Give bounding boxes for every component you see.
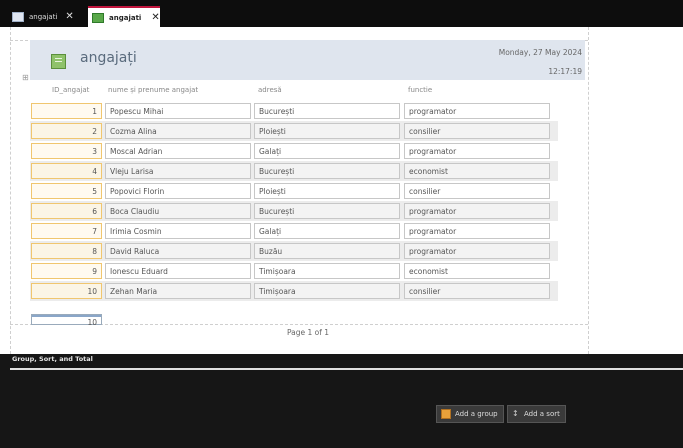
- page-guide: [10, 27, 11, 354]
- add-group-label: Add a group: [455, 410, 498, 418]
- report-logo-icon[interactable]: [51, 54, 66, 69]
- cell-functie[interactable]: consilier: [404, 283, 550, 299]
- table-row[interactable]: 8 David Raluca Buzău programator: [30, 241, 558, 261]
- cell-id[interactable]: 2: [31, 123, 102, 139]
- column-header-functie[interactable]: functie: [408, 86, 432, 94]
- column-header-id[interactable]: ID_angajat: [52, 86, 89, 94]
- close-icon[interactable]: ✕: [151, 12, 159, 23]
- cell-functie[interactable]: consilier: [404, 183, 550, 199]
- table-row[interactable]: 3 Moscal Adrian Galați programator: [30, 141, 558, 161]
- cell-id[interactable]: 7: [31, 223, 102, 239]
- cell-id[interactable]: 3: [31, 143, 102, 159]
- page-guide: [588, 27, 589, 354]
- layout-selector-icon[interactable]: ⊞: [22, 74, 30, 82]
- add-sort-button[interactable]: ↕ Add a sort: [507, 405, 566, 423]
- cell-functie[interactable]: programator: [404, 143, 550, 159]
- cell-adresa[interactable]: Timișoara: [254, 263, 400, 279]
- add-group-button[interactable]: Add a group: [436, 405, 504, 423]
- cell-id[interactable]: 1: [31, 103, 102, 119]
- cell-functie[interactable]: programator: [404, 243, 550, 259]
- table-icon: [12, 11, 24, 22]
- column-header-adresa[interactable]: adresă: [258, 86, 282, 94]
- cell-id[interactable]: 8: [31, 243, 102, 259]
- report-title[interactable]: angajați: [80, 50, 137, 66]
- cell-nume[interactable]: Cozma Alina: [105, 123, 251, 139]
- cell-nume[interactable]: Moscal Adrian: [105, 143, 251, 159]
- cell-adresa[interactable]: București: [254, 203, 400, 219]
- cell-nume[interactable]: Ionescu Eduard: [105, 263, 251, 279]
- cell-nume[interactable]: Boca Claudiu: [105, 203, 251, 219]
- tab-angajati-report[interactable]: angajati ✕: [88, 6, 160, 27]
- cell-adresa[interactable]: Galați: [254, 143, 400, 159]
- cell-nume[interactable]: Popovici Florin: [105, 183, 251, 199]
- cell-id[interactable]: 6: [31, 203, 102, 219]
- tab-label: angajati: [29, 12, 58, 21]
- cell-adresa[interactable]: București: [254, 163, 400, 179]
- cell-adresa[interactable]: Ploiești: [254, 123, 400, 139]
- sort-icon: ↕: [512, 409, 519, 418]
- group-icon: [441, 409, 451, 419]
- cell-functie[interactable]: economist: [404, 263, 550, 279]
- table-row[interactable]: 9 Ionescu Eduard Timișoara economist: [30, 261, 558, 281]
- cell-adresa[interactable]: București: [254, 103, 400, 119]
- cell-nume[interactable]: Vleju Larisa: [105, 163, 251, 179]
- table-row[interactable]: 6 Boca Claudiu București programator: [30, 201, 558, 221]
- cell-functie[interactable]: programator: [404, 103, 550, 119]
- pane-divider: [10, 368, 683, 370]
- table-row[interactable]: 4 Vleju Larisa București economist: [30, 161, 558, 181]
- cell-adresa[interactable]: Buzău: [254, 243, 400, 259]
- report-date[interactable]: Monday, 27 May 2024: [440, 48, 582, 57]
- record-count-total[interactable]: 10: [31, 314, 102, 327]
- cell-functie[interactable]: economist: [404, 163, 550, 179]
- cell-adresa[interactable]: Galați: [254, 223, 400, 239]
- cell-functie[interactable]: consilier: [404, 123, 550, 139]
- page-number[interactable]: Page 1 of 1: [260, 328, 356, 337]
- cell-adresa[interactable]: Ploiești: [254, 183, 400, 199]
- report-icon: [92, 12, 104, 23]
- add-sort-label: Add a sort: [524, 410, 560, 418]
- cell-nume[interactable]: Popescu Mihai: [105, 103, 251, 119]
- tab-angajati-table[interactable]: angajati ✕: [8, 8, 88, 25]
- table-row[interactable]: 1 Popescu Mihai București programator: [30, 101, 558, 121]
- cell-nume[interactable]: Zehan Maria: [105, 283, 251, 299]
- tab-label: angajati: [109, 13, 142, 22]
- table-row[interactable]: 10 Zehan Maria Timișoara consilier: [30, 281, 558, 301]
- cell-id[interactable]: 5: [31, 183, 102, 199]
- cell-id[interactable]: 9: [31, 263, 102, 279]
- close-icon[interactable]: ✕: [65, 11, 73, 22]
- cell-adresa[interactable]: Timișoara: [254, 283, 400, 299]
- cell-functie[interactable]: programator: [404, 203, 550, 219]
- pane-title: Group, Sort, and Total: [12, 355, 93, 363]
- cell-id[interactable]: 10: [31, 283, 102, 299]
- table-row[interactable]: 2 Cozma Alina Ploiești consilier: [30, 121, 558, 141]
- cell-id[interactable]: 4: [31, 163, 102, 179]
- report-time[interactable]: 12:17:19: [440, 67, 582, 76]
- cell-functie[interactable]: programator: [404, 223, 550, 239]
- cell-nume[interactable]: David Raluca: [105, 243, 251, 259]
- cell-nume[interactable]: Irimia Cosmin: [105, 223, 251, 239]
- column-header-nume[interactable]: nume și prenume angajat: [108, 86, 198, 94]
- table-row[interactable]: 5 Popovici Florin Ploiești consilier: [30, 181, 558, 201]
- table-row[interactable]: 7 Irimia Cosmin Galați programator: [30, 221, 558, 241]
